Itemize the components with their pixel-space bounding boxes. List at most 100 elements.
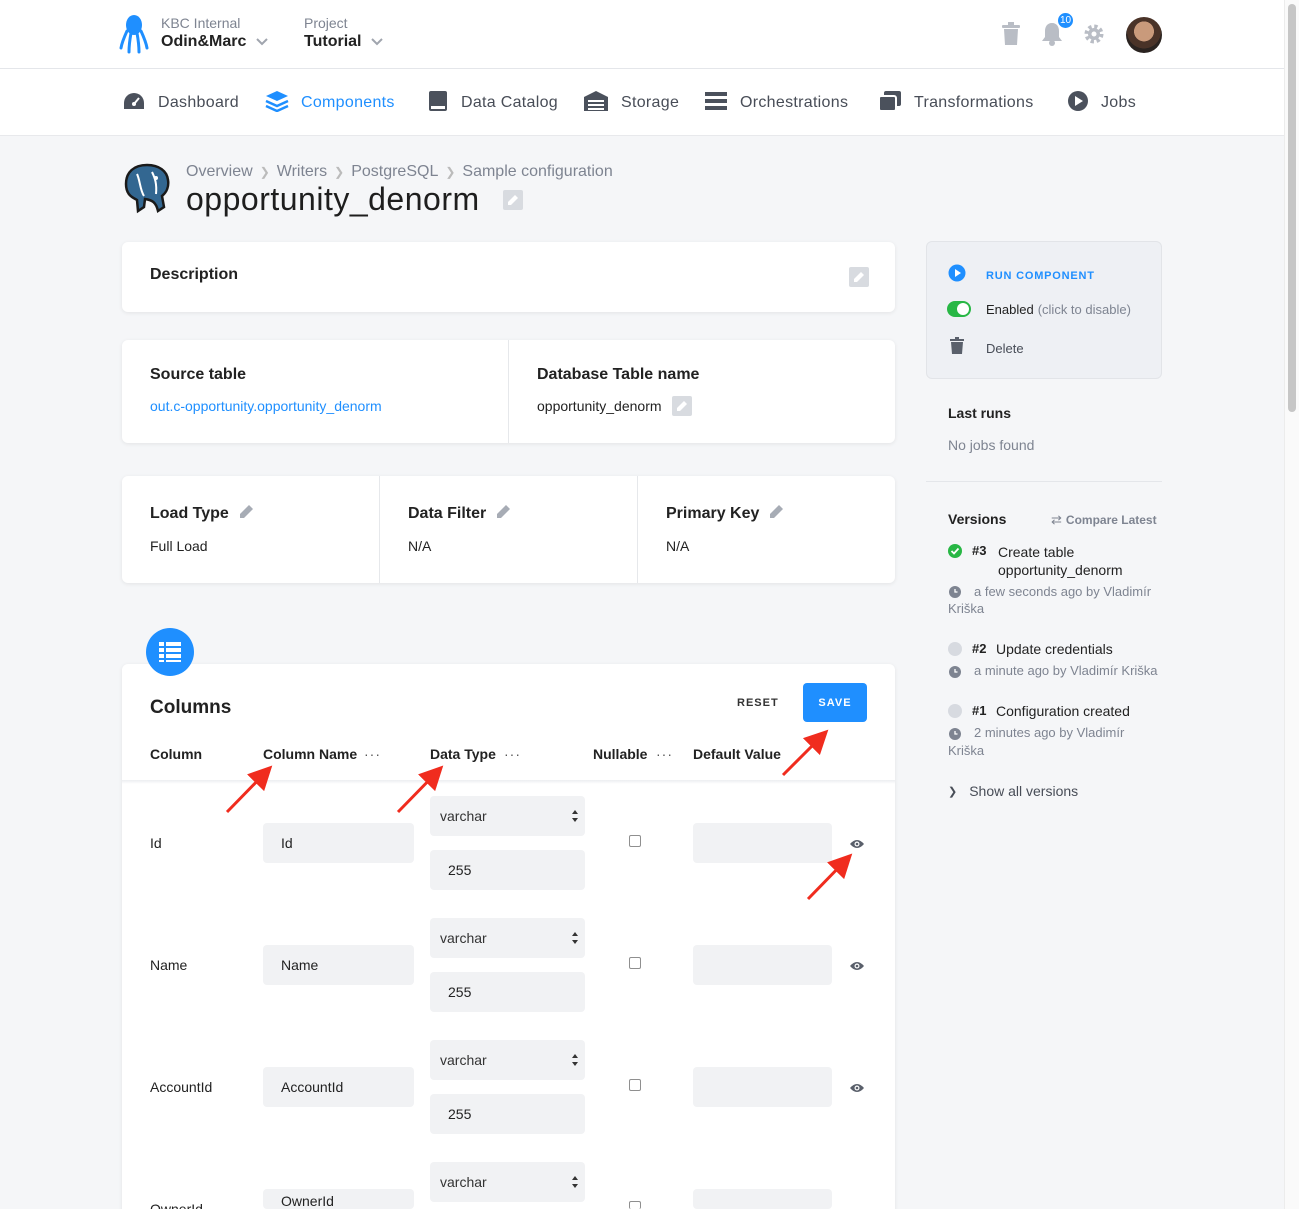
project-switcher[interactable]: Tutorial [304,33,384,51]
row-column-label: Name [150,957,188,973]
columns-title: Columns [150,697,232,718]
postgresql-logo-icon [122,162,172,219]
load-type-label: Load Type [150,504,229,522]
save-button[interactable]: SAVE [803,683,867,722]
length-input[interactable]: 255 [430,1094,585,1134]
edit-title-button[interactable] [503,190,523,215]
swap-icon: ⇄ [1051,512,1062,527]
breadcrumb: Overview ❯ Writers ❯ PostgreSQL ❯ Sample… [186,163,613,181]
play-circle-icon [1067,90,1089,117]
trash-icon[interactable] [1001,22,1021,51]
keboola-logo-icon[interactable] [118,14,150,56]
default-value-input[interactable] [693,823,832,863]
edit-database-table-button[interactable] [672,396,692,421]
version-meta-continued: Kriška [948,743,985,758]
nullable-checkbox[interactable] [629,957,641,969]
column-name-input[interactable]: AccountId [263,1067,414,1107]
chevron-right-icon: ❯ [445,165,456,179]
breadcrumb-postgresql[interactable]: PostgreSQL [351,163,438,181]
show-all-versions-link[interactable]: ❯ Show all versions [948,783,1078,799]
page-scrollbar[interactable] [1284,0,1299,1209]
data-filter-header[interactable]: Data Filter [408,503,512,524]
primary-key-label: Primary Key [666,504,760,522]
layers-icon [265,90,289,117]
pencil-icon [672,396,692,416]
table-header-divider [122,780,895,784]
select-arrows-icon [571,931,579,948]
data-type-select[interactable]: varchar [430,1162,585,1202]
column-name-menu-icon[interactable]: ··· [364,746,381,762]
edit-description-button[interactable] [849,267,869,292]
bars-icon [704,91,728,116]
eye-icon[interactable] [849,959,865,977]
row-column-label: OwnerId [150,1201,203,1209]
run-component-button[interactable]: RUN COMPONENT [948,264,1095,287]
data-type-select[interactable]: varchar [430,918,585,958]
nav-storage[interactable]: Storage [583,90,679,117]
nullable-menu-icon[interactable]: ··· [656,746,673,762]
table-list-icon [146,628,194,676]
nav-components[interactable]: Components [265,90,395,117]
reset-button[interactable]: RESET [737,697,779,709]
load-type-value: Full Load [150,538,208,554]
header-default-value: Default Value [693,746,781,762]
column-name-input[interactable]: OwnerId [263,1189,414,1209]
nav-orchestrations[interactable]: Orchestrations [704,91,848,115]
gear-icon[interactable] [1083,23,1105,50]
nullable-checkbox[interactable] [629,1079,641,1091]
trash-icon [950,337,964,359]
eye-icon[interactable] [849,837,865,855]
pencil-icon [503,190,523,210]
nav-jobs[interactable]: Jobs [1067,90,1136,117]
nav-dashboard[interactable]: Dashboard [122,91,239,115]
data-type-select[interactable]: varchar [430,1040,585,1080]
enabled-toggle[interactable]: Enabled (click to disable) [947,301,1131,317]
column-name-input[interactable]: Id [263,823,414,863]
scrollbar-thumb[interactable] [1288,4,1296,412]
chevron-right-icon: ❯ [259,165,270,179]
load-type-header[interactable]: Load Type [150,503,255,524]
database-table-label: Database Table name [537,366,700,383]
breadcrumb-sample-configuration[interactable]: Sample configuration [462,163,612,181]
data-type-select[interactable]: varchar [430,796,585,836]
check-circle-icon [948,544,962,563]
org-switcher[interactable]: Odin&Marc [161,33,269,51]
length-input[interactable]: 255 [430,972,585,1012]
nullable-checkbox[interactable] [629,1201,641,1209]
nav-data-catalog[interactable]: Data Catalog [427,90,558,115]
header-data-type: Data Type [430,746,496,762]
version-title[interactable]: Update credentials [996,641,1113,657]
version-title[interactable]: Configuration created [996,703,1130,719]
row-column-label: Id [150,835,162,851]
source-table-link[interactable]: out.c-opportunity.opportunity_denorm [150,398,382,414]
data-type-menu-icon[interactable]: ··· [504,746,521,762]
default-value-input[interactable] [693,1067,832,1107]
column-name-input[interactable]: Name [263,945,414,985]
compare-latest-link[interactable]: ⇄ Compare Latest [1051,512,1157,528]
delete-button[interactable]: Delete [950,337,1024,359]
data-filter-label: Data Filter [408,504,487,522]
length-input[interactable]: 255 [430,850,585,890]
project-name: Tutorial [304,33,362,50]
row-column-label: AccountId [150,1079,213,1095]
primary-key-header[interactable]: Primary Key [666,503,785,524]
header-nullable: Nullable [593,746,648,762]
version-number: #1 [972,703,987,718]
version-dot-icon [948,704,962,718]
header-column: Column [150,746,203,762]
breadcrumb-overview[interactable]: Overview [186,163,253,181]
default-value-input[interactable] [693,945,832,985]
nullable-checkbox[interactable] [629,835,641,847]
chevron-right-icon: ❯ [334,165,345,179]
default-value-input[interactable] [693,1189,832,1209]
nav-transformations[interactable]: Transformations [878,90,1034,115]
primary-key-value: N/A [666,538,690,554]
eye-icon[interactable] [849,1081,865,1099]
breadcrumb-writers[interactable]: Writers [277,163,327,181]
avatar[interactable] [1126,17,1162,53]
data-filter-value: N/A [408,538,432,554]
version-title[interactable]: Create table opportunity_denorm [998,543,1123,579]
dashboard-icon [122,91,146,116]
source-table-label: Source table [150,366,247,383]
warehouse-icon [583,90,609,117]
